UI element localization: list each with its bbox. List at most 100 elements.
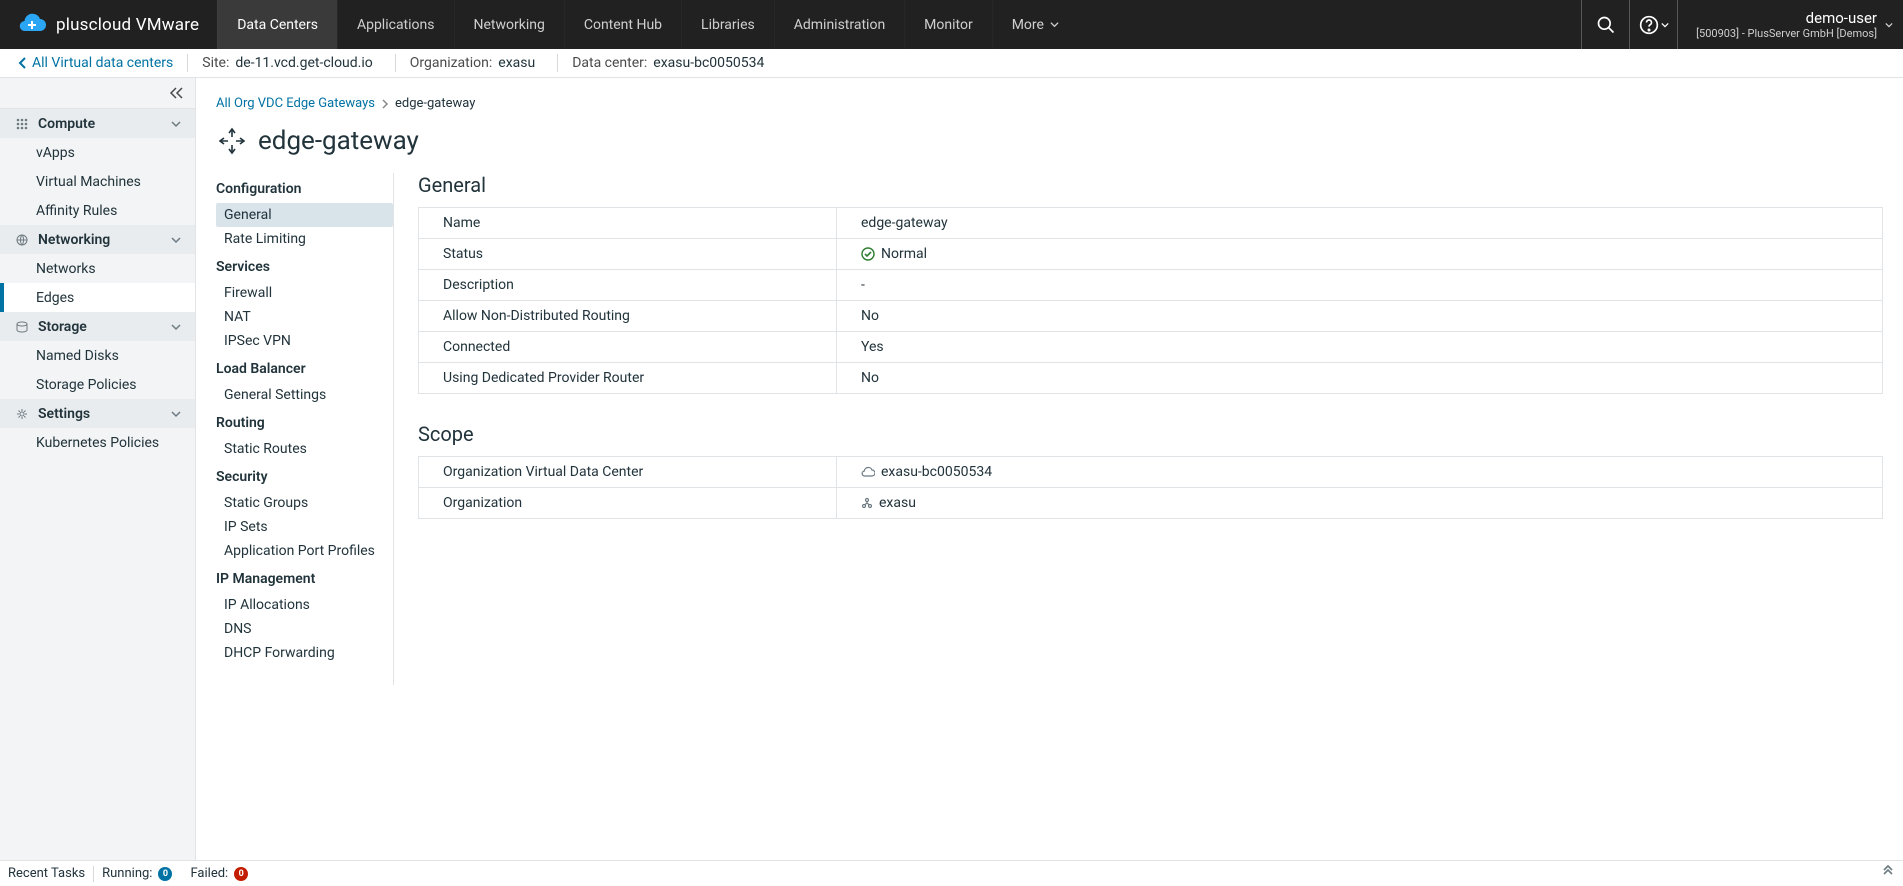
table-key: Organization Virtual Data Center	[419, 457, 837, 488]
collapse-sidebar-icon[interactable]	[0, 78, 195, 109]
detail-nav-head: Load Balancer	[216, 353, 393, 383]
breadcrumb-root[interactable]: All Org VDC Edge Gateways	[216, 96, 375, 111]
tab-administration[interactable]: Administration	[774, 0, 904, 49]
help-icon[interactable]	[1629, 0, 1677, 49]
table-row: Allow Non-Distributed RoutingNo	[419, 301, 1883, 332]
table-value: exasu	[837, 488, 1883, 519]
tab-libraries[interactable]: Libraries	[681, 0, 774, 49]
detail-nav-item-dhcp-forwarding[interactable]: DHCP Forwarding	[216, 641, 393, 665]
failed-label: Failed:	[190, 866, 228, 881]
sidebar-group-settings[interactable]: Settings	[0, 399, 195, 428]
recent-tasks-label[interactable]: Recent Tasks	[8, 866, 85, 881]
page-title: edge-gateway	[258, 126, 419, 156]
sidebar-item-virtual-machines[interactable]: Virtual Machines	[0, 167, 195, 196]
top-tabs: Data CentersApplicationsNetworkingConten…	[217, 0, 1078, 49]
sidebar-item-networks[interactable]: Networks	[0, 254, 195, 283]
footer: Recent Tasks Running: 0 Failed: 0	[0, 860, 1903, 886]
sidebar-item-named-disks[interactable]: Named Disks	[0, 341, 195, 370]
chevron-right-icon	[381, 99, 389, 109]
back-link-label: All Virtual data centers	[32, 55, 173, 71]
detail-nav-item-general-settings[interactable]: General Settings	[216, 383, 393, 407]
sidebar-group-compute[interactable]: Compute	[0, 109, 195, 138]
table-value: Normal	[837, 239, 1883, 270]
detail-nav-item-ipsec-vpn[interactable]: IPSec VPN	[216, 329, 393, 353]
site-value: de-11.vcd.get-cloud.io	[235, 55, 372, 71]
sidebar-group-storage[interactable]: Storage	[0, 312, 195, 341]
sidebar-item-affinity-rules[interactable]: Affinity Rules	[0, 196, 195, 225]
tab-content-hub[interactable]: Content Hub	[564, 0, 681, 49]
tab-monitor[interactable]: Monitor	[904, 0, 992, 49]
table-value: Yes	[837, 332, 1883, 363]
status-ok-icon	[861, 247, 875, 261]
org-icon	[861, 497, 873, 509]
tab-networking[interactable]: Networking	[454, 0, 564, 49]
sidebar-item-storage-policies[interactable]: Storage Policies	[0, 370, 195, 399]
sidebar-item-kubernetes-policies[interactable]: Kubernetes Policies	[0, 428, 195, 457]
org-value: exasu	[498, 55, 535, 71]
table-key: Description	[419, 270, 837, 301]
detail-nav-head: IP Management	[216, 563, 393, 593]
detail-nav-item-ip-allocations[interactable]: IP Allocations	[216, 593, 393, 617]
sidebar-item-edges[interactable]: Edges	[0, 283, 195, 312]
detail-nav-item-static-routes[interactable]: Static Routes	[216, 437, 393, 461]
chevron-left-icon	[18, 57, 28, 69]
table-key: Organization	[419, 488, 837, 519]
detail-nav-item-application-port-profiles[interactable]: Application Port Profiles	[216, 539, 393, 563]
dc-value: exasu-bc0050534	[653, 55, 764, 71]
table-row: StatusNormal	[419, 239, 1883, 270]
table-row: Description-	[419, 270, 1883, 301]
table-row: ConnectedYes	[419, 332, 1883, 363]
divider	[187, 54, 188, 72]
detail-nav-item-firewall[interactable]: Firewall	[216, 281, 393, 305]
detail-nav-item-rate-limiting[interactable]: Rate Limiting	[216, 227, 393, 251]
sidebar-group-label: Settings	[38, 406, 90, 422]
table-row: Organizationexasu	[419, 488, 1883, 519]
running-label: Running:	[102, 866, 152, 881]
detail-nav: ConfigurationGeneralRate LimitingService…	[216, 173, 394, 685]
topbar-right: demo-user [500903] - PlusServer GmbH [De…	[1581, 0, 1903, 49]
brand: pluscloud VMware	[0, 13, 217, 37]
search-icon[interactable]	[1581, 0, 1629, 49]
content: All Org VDC Edge Gateways edge-gateway e…	[196, 78, 1903, 860]
divider	[93, 866, 94, 882]
user-name: demo-user	[1806, 9, 1877, 27]
gear-icon	[16, 408, 30, 420]
brand-text: pluscloud VMware	[56, 15, 199, 35]
cloud-logo-icon	[18, 13, 46, 37]
sidebar-item-vapps[interactable]: vApps	[0, 138, 195, 167]
edge-gateway-icon	[216, 125, 248, 157]
tab-more[interactable]: More	[992, 0, 1078, 49]
user-org: [500903] - PlusServer GmbH [Demos]	[1696, 27, 1877, 40]
context-bar: All Virtual data centers Site: de-11.vcd…	[0, 49, 1903, 78]
table-key: Status	[419, 239, 837, 270]
expand-tasks-icon[interactable]	[1881, 865, 1895, 883]
divider	[395, 54, 396, 72]
table-value: No	[837, 301, 1883, 332]
detail-nav-head: Services	[216, 251, 393, 281]
section-title-scope: Scope	[418, 422, 1883, 446]
table-value: edge-gateway	[837, 208, 1883, 239]
scope-table: Organization Virtual Data Centerexasu-bc…	[418, 456, 1883, 519]
main: Compute vAppsVirtual MachinesAffinity Rul…	[0, 78, 1903, 860]
tab-data-centers[interactable]: Data Centers	[217, 0, 337, 49]
disk-icon	[16, 321, 30, 333]
table-row: Nameedge-gateway	[419, 208, 1883, 239]
detail-nav-item-nat[interactable]: NAT	[216, 305, 393, 329]
detail-nav-head: Routing	[216, 407, 393, 437]
detail-nav-item-ip-sets[interactable]: IP Sets	[216, 515, 393, 539]
tab-applications[interactable]: Applications	[337, 0, 454, 49]
sidebar-group-label: Compute	[38, 116, 95, 132]
site-label: Site:	[202, 55, 229, 71]
back-link[interactable]: All Virtual data centers	[18, 55, 173, 71]
table-value: exasu-bc0050534	[837, 457, 1883, 488]
page-title-row: edge-gateway	[216, 125, 1883, 157]
sidebar-group-networking[interactable]: Networking	[0, 225, 195, 254]
user-menu[interactable]: demo-user [500903] - PlusServer GmbH [De…	[1677, 0, 1903, 49]
globe-icon	[16, 234, 30, 246]
detail-nav-item-static-groups[interactable]: Static Groups	[216, 491, 393, 515]
table-value: No	[837, 363, 1883, 394]
detail-nav-head: Configuration	[216, 173, 393, 203]
detail-nav-item-general[interactable]: General	[216, 203, 393, 227]
detail-nav-item-dns[interactable]: DNS	[216, 617, 393, 641]
dc-label: Data center:	[572, 55, 647, 71]
